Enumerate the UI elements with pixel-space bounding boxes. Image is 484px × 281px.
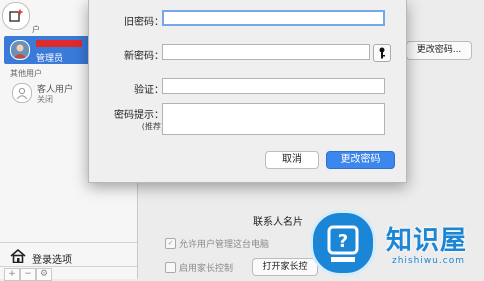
sidebar-divider <box>0 266 137 267</box>
allow-admin-checkbox[interactable]: ✓ <box>165 238 176 249</box>
house-icon <box>10 249 26 263</box>
new-password-input[interactable] <box>162 44 370 60</box>
avatar <box>10 40 30 60</box>
sidebar-divider <box>0 242 137 243</box>
password-assistant-button[interactable] <box>373 44 391 62</box>
add-remove-controls: + − ⚙ <box>4 268 52 281</box>
cancel-button[interactable]: 取消 <box>265 151 319 169</box>
svg-text:?: ? <box>338 231 348 252</box>
admin-role-label: 管理员 <box>36 54 64 64</box>
lock-toggle-button[interactable] <box>2 2 30 30</box>
change-password-dialog: 旧密码： 新密码： 验证： 密码提示： (推荐) 取消 更改密码 <box>88 0 407 183</box>
person-icon <box>16 87 28 100</box>
password-hint-input[interactable] <box>162 103 385 135</box>
parental-controls-checkbox[interactable] <box>165 262 176 273</box>
watermark-text: 知识屋 <box>386 226 468 256</box>
current-user-section-label: 户 <box>32 25 40 34</box>
new-password-label: 新密码： <box>124 51 164 62</box>
guest-avatar <box>12 83 32 103</box>
gear-icon[interactable]: ⚙ <box>36 268 52 281</box>
remove-user-button[interactable]: − <box>20 268 36 281</box>
add-window-icon <box>9 9 23 22</box>
change-password-confirm-button[interactable]: 更改密码 <box>326 151 395 169</box>
watermark-logo: ? <box>310 210 376 276</box>
watermark: ? 知识屋 zhishiwu.com <box>302 196 484 279</box>
allow-admin-row: ✓ 允许用户管理这台电脑 <box>165 237 269 250</box>
login-options-item[interactable]: 登录选项 <box>0 246 137 266</box>
allow-admin-label: 允许用户管理这台电脑 <box>179 240 270 250</box>
verify-password-input[interactable] <box>162 78 385 94</box>
redacted-username <box>36 40 82 47</box>
watermark-url: zhishiwu.com <box>392 256 465 266</box>
old-password-label: 旧密码： <box>124 17 164 28</box>
login-options-label: 登录选项 <box>32 255 72 266</box>
question-icon: ? <box>327 225 359 262</box>
parental-controls-label: 启用家长控制 <box>179 264 234 274</box>
user-avatar-icon <box>14 44 26 58</box>
change-password-button[interactable]: 更改密码... <box>406 41 472 60</box>
hint-sublabel: (推荐) <box>141 122 164 131</box>
contacts-card-label: 联系人名片 <box>253 217 303 228</box>
other-users-section-label: 其他用户 <box>10 69 42 78</box>
verify-label: 验证： <box>134 85 164 96</box>
add-user-button[interactable]: + <box>4 268 20 281</box>
old-password-input[interactable] <box>162 10 385 26</box>
key-icon <box>379 47 385 59</box>
guest-user-status: 关闭 <box>37 95 53 104</box>
parental-controls-row: 启用家长控制 <box>165 261 233 274</box>
hint-label: 密码提示： <box>114 110 164 121</box>
